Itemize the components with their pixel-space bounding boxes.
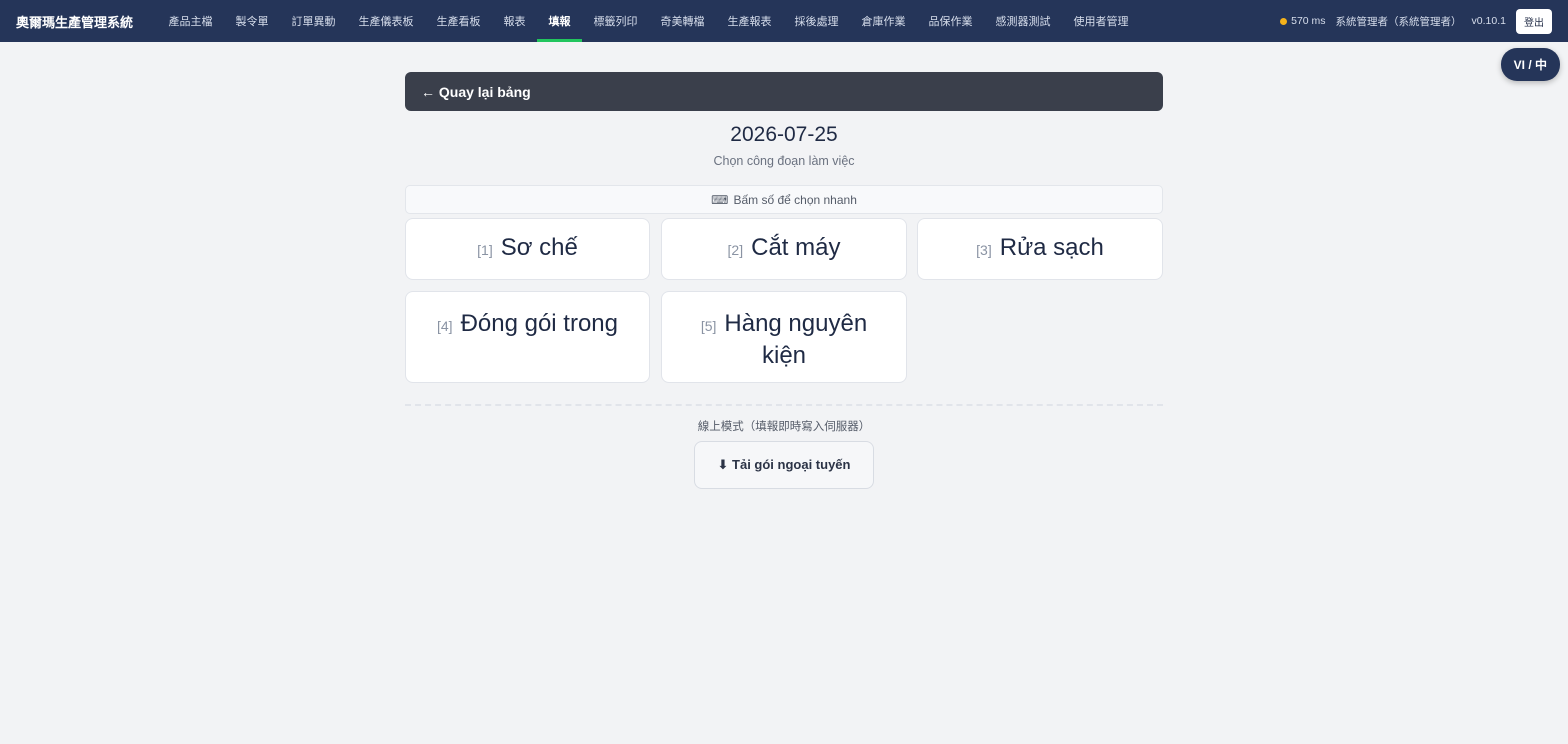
app-version: v0.10.1 [1471,15,1506,27]
station-card-4[interactable]: [4] Đóng gói trong [405,291,650,383]
station-card-1[interactable]: [1] Sơ chế [405,218,650,280]
latency-indicator: 570 ms [1280,15,1326,27]
nav-item-label-print[interactable]: 標籤列印 [582,0,649,42]
nav-item-user-management[interactable]: 使用者管理 [1062,0,1140,42]
online-mode-status: 線上模式（填報即時寫入伺服器） [697,421,871,433]
app-title[interactable]: 奧爾瑪生產管理系統 [0,12,157,31]
report-date: 2026-07-25 [730,123,838,146]
station-name: Cắt máy [751,234,841,261]
status-dot-icon [1280,17,1288,25]
station-name: Đóng gói trong [460,310,619,337]
nav-item-work-order[interactable]: 製令單 [224,0,280,42]
nav-item-quality-assurance[interactable]: 品保作業 [917,0,984,42]
nav-item-sensor-test[interactable]: 感測器測試 [984,0,1062,42]
main-nav: 產品主檔 製令單 訂單異動 生產儀表板 生產看板 報表 填報 標籤列印 奇美轉檔… [157,0,1140,42]
nav-item-fill-report[interactable]: 填報 [537,0,582,42]
top-right-status: 570 ms 系統管理者（系統管理者） v0.10.1 登出 [1280,0,1552,42]
top-navigation-bar: 奧爾瑪生產管理系統 產品主檔 製令單 訂單異動 生產儀表板 生產看板 報表 填報… [0,0,1568,42]
station-card-5[interactable]: [5] Hàng nguyên kiện [661,291,907,383]
nav-item-production-board[interactable]: 生產看板 [425,0,492,42]
nav-item-post-harvest[interactable]: 採後處理 [783,0,850,42]
station-name: Hàng nguyên kiện [724,310,868,369]
station-name: Sơ chế [500,234,578,261]
station-name: Rửa sạch [999,234,1104,261]
page-subtitle: Chọn công đoạn làm việc [713,154,855,168]
section-divider [405,404,1163,406]
quick-select-hint: ⌨ Bấm số để chọn nhanh [405,185,1163,214]
nav-item-production-report[interactable]: 生產報表 [716,0,783,42]
logout-button[interactable]: 登出 [1516,8,1552,34]
nav-item-chimei-convert[interactable]: 奇美轉檔 [649,0,716,42]
station-shortcut-key: [1] [477,242,493,258]
quick-select-hint-text: Bấm số để chọn nhanh [733,192,857,207]
station-shortcut-key: [4] [436,318,453,334]
keyboard-icon: ⌨ [711,192,729,207]
back-to-board-button[interactable]: ← Quay lại bảng [405,72,1163,111]
nav-item-order-changes[interactable]: 訂單異動 [280,0,347,42]
download-offline-package-button[interactable]: ⬇ Tải gói ngoại tuyến [694,441,874,489]
nav-item-warehouse[interactable]: 倉庫作業 [850,0,917,42]
language-toggle-button[interactable]: VI / 中 [1500,48,1560,81]
station-shortcut-key: [3] [976,242,992,258]
nav-item-production-dashboard[interactable]: 生產儀表板 [347,0,425,42]
nav-item-reports[interactable]: 報表 [492,0,537,42]
station-shortcut-key: [2] [727,242,744,258]
nav-item-product-master[interactable]: 產品主檔 [157,0,224,42]
latency-value: 570 ms [1291,15,1326,27]
station-card-3[interactable]: [3] Rửa sạch [917,218,1163,280]
station-card-2[interactable]: [2] Cắt máy [661,218,907,280]
current-user: 系統管理者（系統管理者） [1335,15,1462,28]
station-shortcut-key: [5] [700,318,717,334]
